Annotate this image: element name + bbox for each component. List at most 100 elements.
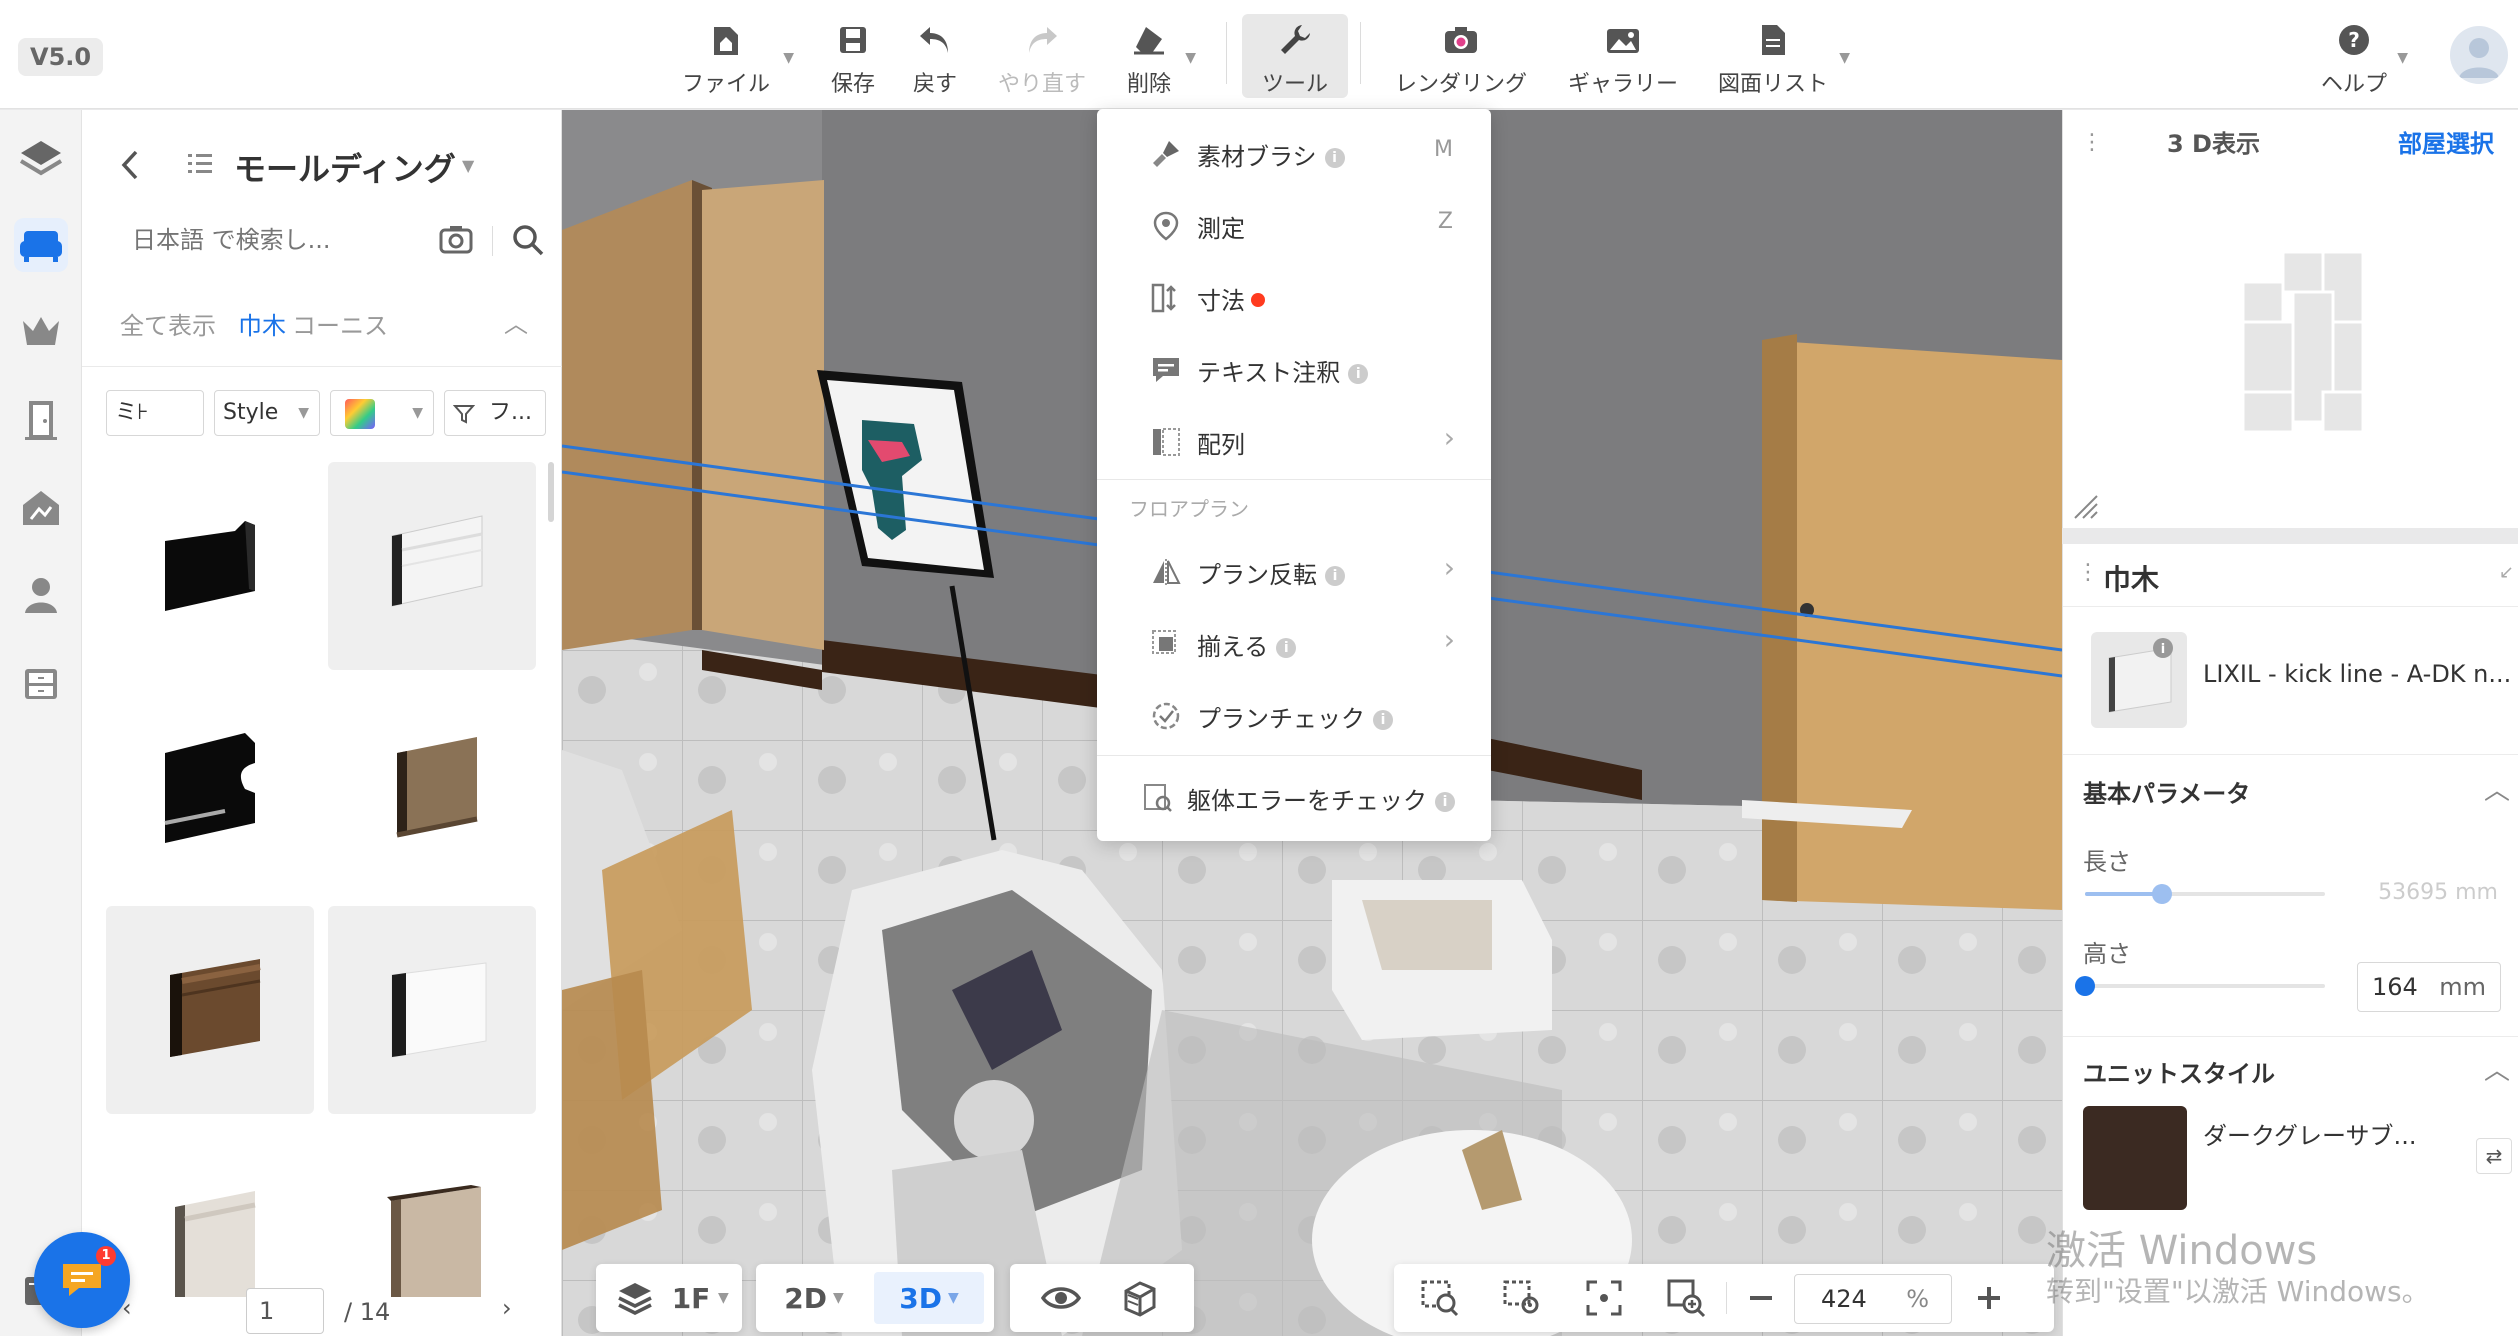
save-button[interactable]: 保存	[828, 14, 878, 98]
view-2d-label: 2D	[784, 1281, 827, 1315]
array-item[interactable]: 配列 ›	[1097, 411, 1491, 471]
info-icon: i	[1373, 710, 1393, 730]
zoom-in-button[interactable]	[1966, 1264, 2012, 1332]
tab-all[interactable]: 全て表示	[120, 306, 216, 341]
drawing-list-button[interactable]: 図面リスト ▼	[1718, 14, 1850, 98]
height-unit: mm	[2439, 973, 2486, 1001]
view-settings-icon[interactable]	[1494, 1264, 1550, 1332]
plan-flip-item[interactable]: プラン反転 i ›	[1097, 541, 1491, 601]
view-3d-button[interactable]: 3D ▼	[874, 1272, 984, 1324]
product-tile[interactable]	[328, 906, 536, 1114]
area-zoom-icon[interactable]	[1412, 1264, 1468, 1332]
measure-item[interactable]: 測定 Z	[1097, 195, 1491, 255]
minus-icon	[1750, 1296, 1772, 1300]
plus-icon	[1978, 1287, 2000, 1309]
product-tile[interactable]	[106, 684, 314, 892]
focus-frame-icon[interactable]	[1576, 1264, 1632, 1332]
chevron-right-icon[interactable]: ›	[502, 1294, 512, 1322]
zoom-input[interactable]: 424 %	[1794, 1274, 1952, 1324]
person-icon[interactable]	[14, 568, 68, 622]
chevron-up-icon[interactable]: ︿	[504, 304, 528, 339]
tab-baseboard[interactable]: 巾木	[238, 306, 286, 341]
more-filters-label: フ...	[489, 400, 532, 425]
chat-button[interactable]: 1	[34, 1232, 130, 1328]
product-tile[interactable]	[106, 906, 314, 1114]
product-tile[interactable]	[328, 462, 536, 670]
chevron-down-icon: ▼	[832, 1290, 844, 1306]
structure-error-check-item[interactable]: 躯体エラーをチェック i	[1097, 767, 1491, 827]
sofa-icon[interactable]	[14, 218, 68, 272]
height-slider[interactable]	[2075, 976, 2325, 996]
list-icon[interactable]	[186, 150, 214, 182]
style-swatch[interactable]	[2083, 1106, 2187, 1210]
view-2d-button[interactable]: 2D ▼	[766, 1264, 862, 1332]
menu-item-label: プラン反転	[1197, 561, 1317, 589]
collapse-arrow-icon[interactable]: ↙	[2499, 562, 2514, 583]
material-brush-item[interactable]: 素材ブラシ i M	[1097, 123, 1491, 183]
swap-style-button[interactable]: ⇄	[2476, 1138, 2512, 1174]
height-slider-knob[interactable]	[2075, 976, 2095, 996]
info-icon: i	[1435, 792, 1455, 812]
toolbar-divider	[1726, 1282, 1727, 1314]
chevron-up-icon[interactable]: ︿	[2484, 770, 2510, 807]
filter-row: ミ⊦ Style ▼ ▼ フ...	[106, 390, 546, 436]
room-select-link[interactable]: 部屋選択	[2398, 124, 2494, 159]
filter-dropdown[interactable]: ミ⊦	[106, 390, 204, 436]
camera-search-icon[interactable]	[439, 224, 473, 258]
color-dropdown[interactable]: ▼	[330, 390, 434, 436]
floor-selector[interactable]: 1F ▼	[596, 1264, 742, 1332]
tab-cornice[interactable]: コーニス	[292, 306, 388, 341]
zoom-out-button[interactable]	[1738, 1264, 1784, 1332]
zoom-value: 424	[1821, 1285, 1867, 1313]
more-filters-button[interactable]: フ...	[444, 390, 546, 436]
chevron-down-icon[interactable]: ▼	[462, 156, 474, 175]
zoom-fit-icon[interactable]	[1658, 1264, 1714, 1332]
dimension-item[interactable]: 寸法	[1097, 267, 1491, 327]
catalog-title[interactable]: モールディング	[234, 144, 456, 190]
eye-icon[interactable]	[1036, 1264, 1086, 1332]
product-tile[interactable]	[328, 684, 536, 892]
height-input[interactable]: 164 mm	[2357, 962, 2501, 1012]
help-button[interactable]: ? ヘルプ ▼	[2321, 14, 2408, 98]
plan-check-item[interactable]: プランチェック i	[1097, 685, 1491, 745]
search-icon[interactable]	[512, 224, 544, 260]
floor-plan-thumbnail[interactable]	[2223, 242, 2373, 442]
redo-button[interactable]: やり直す	[996, 14, 1088, 98]
length-label: 長さ	[2083, 848, 2131, 876]
align-item[interactable]: 揃える i ›	[1097, 613, 1491, 673]
rendering-button[interactable]: レンダリング	[1395, 14, 1527, 98]
drag-handle-icon[interactable]: ⋮	[2081, 130, 2103, 155]
length-slider[interactable]	[2085, 884, 2325, 904]
tools-button[interactable]: ツール	[1242, 14, 1348, 98]
cube-icon[interactable]	[1114, 1264, 1164, 1332]
flip-icon	[1153, 559, 1181, 585]
undo-icon	[915, 20, 955, 60]
chevron-down-icon: ▼	[298, 405, 309, 421]
avatar[interactable]	[2450, 26, 2508, 84]
back-arrow-icon[interactable]	[118, 148, 142, 186]
layers-icon[interactable]	[14, 130, 68, 184]
product-name: LIXIL - kick line - A-DK n...	[2203, 660, 2512, 688]
search-input[interactable]	[114, 210, 414, 270]
file-button[interactable]: ファイル ▼	[680, 14, 794, 98]
chevron-up-icon[interactable]: ︿	[2484, 1050, 2510, 1087]
text-annotation-item[interactable]: テキスト注釈 i	[1097, 339, 1491, 399]
product-tile[interactable]	[106, 462, 314, 670]
length-slider-knob[interactable]	[2152, 884, 2172, 904]
minimap-title: 3 D表示	[2167, 130, 2260, 158]
house-structure-icon[interactable]	[14, 480, 68, 534]
divider	[2063, 606, 2518, 607]
crown-icon[interactable]	[14, 304, 68, 358]
chevron-down-icon: ▼	[2397, 50, 2408, 66]
cabinet-icon[interactable]	[14, 656, 68, 710]
delete-button[interactable]: 削除 ▼	[1124, 14, 1196, 98]
door-icon[interactable]	[14, 392, 68, 446]
drag-handle-icon[interactable]: ⋮	[2077, 560, 2099, 585]
gallery-button[interactable]: ギャラリー	[1568, 14, 1678, 98]
scrollbar-thumb[interactable]	[548, 462, 554, 522]
page-input[interactable]: 1	[246, 1288, 324, 1334]
undo-button[interactable]: 戻す	[910, 14, 960, 98]
divider	[2063, 1036, 2518, 1037]
resize-handle-icon[interactable]	[2073, 494, 2099, 520]
style-dropdown[interactable]: Style ▼	[214, 390, 320, 436]
